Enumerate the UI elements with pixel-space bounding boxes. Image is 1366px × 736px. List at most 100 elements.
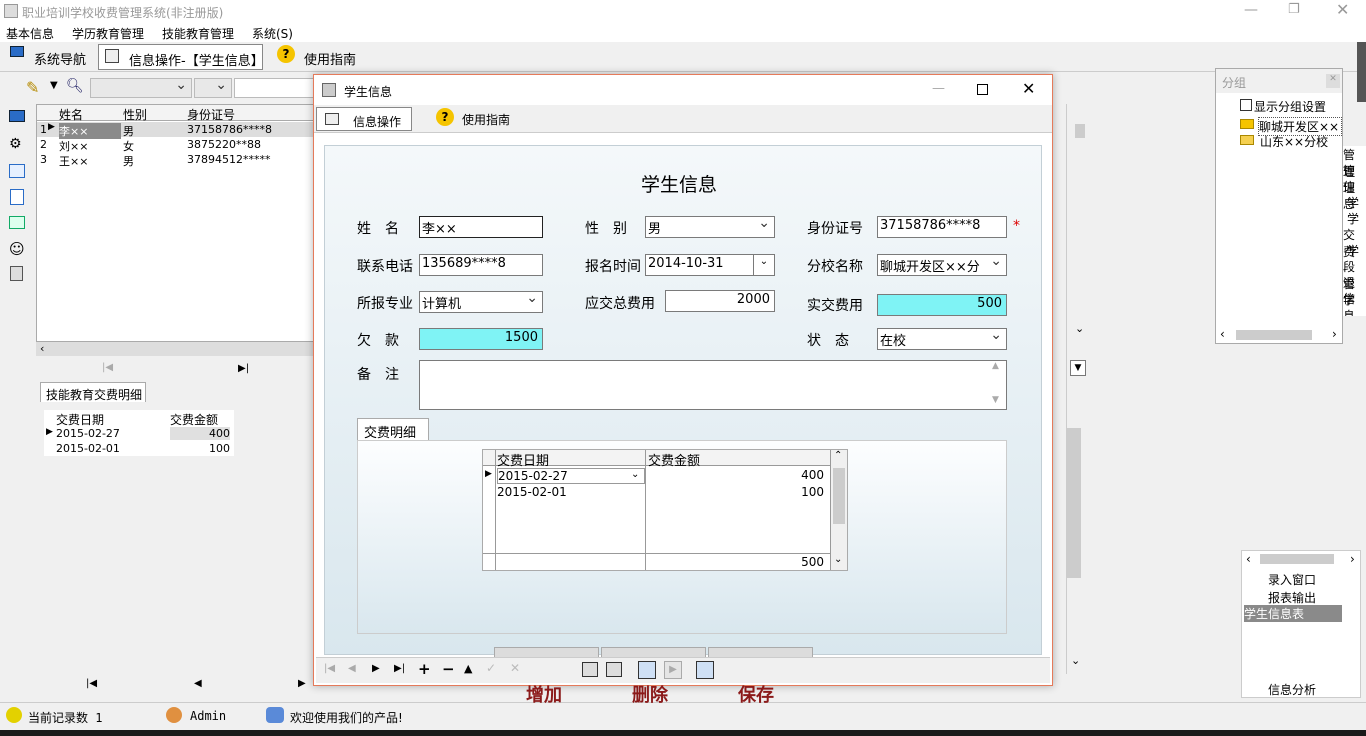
scroll-thumb[interactable] (1236, 330, 1312, 340)
menu-degree[interactable]: 学历教育管理 (72, 25, 144, 42)
left-pay-tab[interactable]: 技能教育交费明细 (40, 382, 146, 402)
paid-input[interactable]: 500 (877, 294, 1007, 316)
scroll-up-icon[interactable]: ⌃ (834, 450, 842, 461)
row-name[interactable]: 王×× (59, 153, 88, 169)
row-id[interactable]: 37158786****8 (187, 123, 272, 136)
middle-scrollbar[interactable]: ⌄ ⌄ (1066, 104, 1090, 674)
close-icon[interactable]: ✕ (1336, 0, 1349, 19)
users-icon[interactable]: ☺ (9, 240, 25, 258)
row-gender[interactable]: 男 (123, 153, 134, 169)
row-name[interactable]: 李×× (59, 123, 121, 139)
menu-report-output[interactable]: 报表输出 (1268, 589, 1316, 606)
print-icon[interactable] (582, 662, 598, 677)
nav-last-icon[interactable]: ▶| (394, 663, 405, 674)
row-name[interactable]: 刘×× (59, 138, 88, 154)
document-icon[interactable] (10, 189, 24, 205)
col-id[interactable]: 身份证号 (187, 106, 235, 123)
col-pay-amount[interactable]: 交费金额 (648, 450, 700, 469)
menu-student-table[interactable]: 学生信息表 (1244, 605, 1342, 622)
pay-date[interactable]: 2015-02-01 (497, 485, 567, 499)
nav-post-icon[interactable]: ✓ (486, 661, 496, 675)
owe-input[interactable]: 1500 (419, 328, 543, 350)
chevron-right-icon[interactable]: › (1332, 327, 1337, 341)
close-icon[interactable]: ✕ (1022, 79, 1035, 98)
right-label[interactable]: 信息 (1343, 290, 1366, 316)
close-icon[interactable]: ✕ (1326, 74, 1340, 88)
search-icon[interactable]: 🔍︎ (66, 78, 84, 94)
tab-guide[interactable]: 使用指南 (304, 49, 356, 68)
pay-amount[interactable]: 100 (648, 485, 824, 499)
col-pay-date[interactable]: 交费日期 (497, 450, 549, 469)
minimize-icon[interactable]: — (1244, 2, 1258, 18)
phone-input[interactable]: 135689****8 (419, 254, 543, 276)
right-scroll-strip[interactable] (1357, 42, 1366, 102)
pencil-icon[interactable]: ✎ (26, 78, 39, 97)
scroll-thumb[interactable] (833, 468, 845, 524)
show-group-checkbox[interactable] (1240, 99, 1252, 111)
scroll-down-icon[interactable]: ▼ (992, 395, 999, 405)
gender-select[interactable]: 男 (645, 216, 775, 238)
zoom-icon[interactable] (638, 661, 656, 679)
search-icon[interactable] (696, 661, 714, 679)
chevron-right-icon[interactable]: › (1350, 552, 1355, 566)
nav-add-icon[interactable]: + (418, 660, 431, 678)
row-id[interactable]: 3875220**88 (187, 138, 261, 151)
menu-input-window[interactable]: 录入窗口 (1268, 571, 1316, 588)
date-picker-button[interactable]: ⌄ (753, 254, 775, 276)
nav-cancel-icon[interactable]: ✕ (510, 661, 520, 675)
right-label[interactable]: 学 (1347, 210, 1359, 227)
book-icon[interactable] (9, 164, 25, 178)
row-gender[interactable]: 女 (123, 138, 134, 154)
regtime-input[interactable]: 2014-10-31 (645, 254, 755, 276)
minimize-icon[interactable]: — (932, 81, 945, 96)
total-input[interactable]: 2000 (665, 290, 775, 312)
col-pay-amount[interactable]: 交费金额 (170, 411, 218, 428)
nav-prev-icon[interactable]: |◀ (102, 362, 113, 373)
restore-icon[interactable]: ❐ (1288, 2, 1300, 17)
chart-icon[interactable] (9, 216, 25, 229)
right-label[interactable]: 学 (1347, 242, 1359, 259)
nav-first-icon[interactable]: |◀ (86, 678, 97, 689)
major-select[interactable]: 计算机 (419, 291, 543, 313)
nav-edit-icon[interactable]: ▲ (464, 662, 472, 675)
trash-icon[interactable] (10, 266, 23, 281)
add-label[interactable]: 增加 (526, 681, 562, 707)
pay-date[interactable]: 2015-02-27 (497, 468, 645, 484)
chevron-down-icon[interactable]: ⌄ (1075, 322, 1084, 335)
nav-next-icon[interactable]: ▶ (298, 678, 306, 689)
date-dropdown-icon[interactable]: ⌄ (631, 469, 639, 480)
pay-amount[interactable]: 100 (170, 442, 230, 455)
name-input[interactable]: 李×× (419, 216, 543, 238)
right-label[interactable]: 学 (1347, 194, 1359, 211)
detail-tab[interactable]: 交费明细 (357, 418, 429, 441)
tab-info-op[interactable]: 信息操作 (316, 107, 412, 131)
branch-select[interactable]: 聊城开发区××分 (877, 254, 1007, 276)
chevron-left-icon[interactable]: ‹ (1220, 327, 1225, 341)
status-select[interactable]: 在校 (877, 328, 1007, 350)
save-label[interactable]: 保存 (738, 681, 774, 707)
row-id[interactable]: 37894512***** (187, 153, 271, 166)
play-icon[interactable]: ▶ (664, 661, 682, 679)
pay-date[interactable]: 2015-02-27 (56, 427, 120, 440)
pay-amount[interactable]: 400 (648, 468, 824, 482)
menu-system[interactable]: 系统(S) (252, 25, 293, 42)
nav-prev-icon[interactable]: ◀ (348, 663, 356, 674)
network-icon[interactable]: ⚙ (9, 136, 22, 152)
nav-last-icon[interactable]: ▶| (238, 363, 249, 374)
chevron-left-icon[interactable]: ‹ (40, 342, 44, 355)
id-input[interactable]: 37158786****8 (877, 216, 1007, 238)
chevron-left-icon[interactable]: ‹ (1246, 552, 1251, 566)
nav-prev-icon[interactable]: ◀ (194, 678, 202, 689)
tab-info-op[interactable]: 信息操作-【学生信息】 (98, 44, 264, 70)
scroll-up-icon[interactable]: ▲ (992, 361, 999, 371)
maximize-icon[interactable] (977, 84, 988, 95)
tab-nav[interactable]: 系统导航 (34, 49, 86, 68)
pay-date[interactable]: 2015-02-01 (56, 442, 120, 455)
scroll-down-icon[interactable]: ⌄ (834, 554, 842, 565)
monitor-icon[interactable] (9, 110, 25, 122)
print-preview-icon[interactable] (606, 662, 622, 677)
detail-scrollbar[interactable]: ⌃ ⌄ (831, 450, 847, 570)
menu-basic[interactable]: 基本信息 (6, 25, 54, 42)
col-gender[interactable]: 性别 (123, 106, 147, 123)
nav-next-icon[interactable]: ▶ (372, 663, 380, 674)
